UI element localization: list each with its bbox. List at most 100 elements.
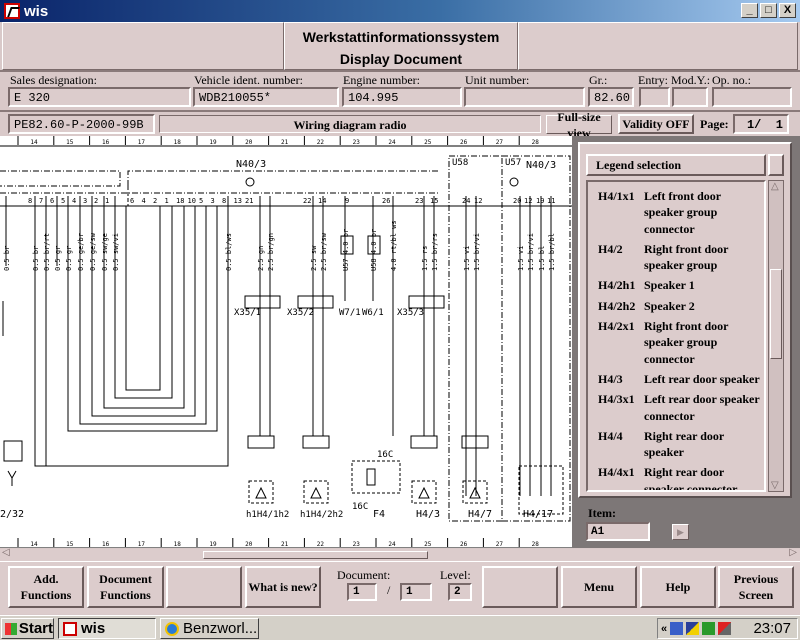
speaker-icon	[303, 480, 329, 504]
op-no-label: Op. no.:	[712, 73, 751, 87]
wire-label: 4.0 rt/bl ws	[390, 220, 398, 271]
legend-item[interactable]: H4/2 Right front door speaker group	[590, 239, 762, 276]
pin-number: 4	[72, 197, 76, 205]
wiring-diagram-canvas[interactable]: 14 15 16 17 18 19 20 21 22 23 24 25 26 27 28 14 15 16 17 1…	[0, 136, 572, 548]
network-warning-icon[interactable]	[686, 622, 700, 635]
pin-number: 8	[28, 197, 32, 205]
whats-new-button[interactable]: What is new?	[245, 566, 321, 608]
header-title-panel: Werkstattinformationssystem Display Docu…	[284, 22, 518, 70]
legend-item-description: Right rear door speaker connector	[644, 465, 738, 492]
legend-item-code: H4/2h1	[598, 278, 636, 293]
pin-number: 12	[524, 197, 532, 205]
ruler-tick-label: 23	[353, 541, 361, 548]
full-size-view-button[interactable]: Full-size view	[546, 110, 612, 140]
scroll-up-icon[interactable]: △	[771, 181, 779, 192]
legend-list[interactable]: H4/1x1 Left front door speaker group conn…	[586, 180, 766, 492]
taskbar-item-browser[interactable]: Benzworl...	[160, 618, 259, 639]
menu-button[interactable]: Menu	[561, 566, 637, 608]
ruler-tick-label: 23	[353, 139, 361, 146]
model-year-field[interactable]	[672, 87, 708, 107]
ruler-tick-label: 17	[138, 139, 146, 146]
legend-item[interactable]: H4/2h1 Speaker 1	[590, 275, 762, 295]
pin-number: 2	[153, 197, 157, 205]
taskbar-item-label: Benzworl...	[183, 620, 258, 637]
engine-number-field[interactable]: 104.995	[342, 87, 462, 107]
pin-number: 12	[474, 197, 482, 205]
legend-item[interactable]: H4/2x1 Right front door speaker group con…	[590, 316, 762, 369]
document-functions-button[interactable]: Document Functions	[87, 566, 164, 608]
wire-label: 0.5 gr	[54, 246, 62, 271]
wire-label: 0.5 br	[3, 246, 11, 271]
document-number-field: 1	[347, 583, 377, 601]
legend-item[interactable]: H4/4x1 Right rear door speaker connector	[590, 462, 762, 492]
legend-item[interactable]: H4/4 Right rear door speaker	[590, 426, 762, 463]
scroll-left-icon[interactable]: ◁	[2, 547, 10, 558]
entry-field[interactable]	[639, 87, 670, 107]
network-icon[interactable]	[670, 622, 684, 635]
n40-left-boundary	[0, 170, 121, 187]
wire-label: 2.5 br/sw	[320, 232, 328, 271]
document-title: Wiring diagram radio	[159, 115, 541, 133]
item-go-button[interactable]: ▶	[672, 524, 689, 540]
legend-item[interactable]: H4/3x1 Left rear door speaker connector	[590, 389, 762, 426]
ruler-tick-label: 16	[102, 541, 110, 548]
item-field[interactable]: A1	[586, 522, 650, 541]
h4-7-label: H4/7	[468, 509, 492, 520]
wire-label: 0.5 ge/sw	[89, 232, 97, 271]
n40-main-boundary	[127, 170, 440, 186]
legend-selection-header[interactable]: Legend selection	[586, 154, 766, 176]
legend-scrollbar[interactable]: △ ▽	[768, 180, 784, 492]
connector-x1	[410, 435, 438, 449]
scroll-down-icon[interactable]: ▽	[771, 480, 779, 491]
legend-item-description: Right front door speaker group connector	[644, 319, 729, 366]
op-no-field[interactable]	[712, 87, 792, 107]
scroll-right-icon[interactable]: ▷	[789, 547, 797, 558]
internet-explorer-icon	[165, 621, 179, 636]
validity-toggle-button[interactable]: Validity OFF	[618, 114, 694, 134]
add-functions-button[interactable]: Add. Functions	[8, 566, 84, 608]
disconnected-icon[interactable]	[718, 622, 732, 635]
help-button[interactable]: Help	[640, 566, 716, 608]
pin-number: 19	[536, 197, 544, 205]
ruler-tick-label: 22	[317, 139, 325, 146]
speaker-cone-icon	[255, 486, 267, 499]
unit-number-field[interactable]	[464, 87, 585, 107]
legend-scroll-thumb[interactable]	[770, 269, 782, 359]
x35-3-label: X35/3	[397, 308, 424, 318]
legend-item-description: Left front door speaker group connector	[644, 189, 721, 236]
previous-screen-button[interactable]: Previous Screen	[718, 566, 794, 608]
minimize-button[interactable]: _	[741, 3, 758, 18]
maximize-button[interactable]: □	[760, 3, 777, 18]
diagram-hscroll-thumb[interactable]	[203, 551, 428, 559]
h4-2h2-label: h1H4/2h2	[300, 510, 343, 520]
u57-label: U57	[505, 158, 521, 168]
close-button[interactable]: X	[779, 3, 796, 18]
wire-label: 1.5 vi	[463, 246, 471, 271]
tray-expand-button[interactable]: «	[661, 623, 667, 635]
legend-header-button[interactable]	[768, 154, 784, 176]
blank-button-2[interactable]	[482, 566, 558, 608]
group-field[interactable]: 82.60	[588, 87, 634, 107]
taskbar-item-wis[interactable]: wis	[58, 618, 156, 639]
pin-number: 13	[234, 197, 242, 205]
pin-number: 5	[61, 197, 65, 205]
ruler-tick-label: 18	[174, 541, 182, 548]
wireless-icon[interactable]	[702, 622, 716, 635]
diagram-hscrollbar[interactable]: ◁	[0, 547, 572, 561]
blank-button-1[interactable]	[166, 566, 242, 608]
pin-number: 10	[188, 197, 196, 205]
u58-label: U58	[452, 158, 468, 168]
start-button[interactable]: Start	[1, 618, 54, 639]
pin-number: 22	[303, 197, 311, 205]
speaker-icon	[411, 480, 437, 504]
legend-item[interactable]: H4/3 Left rear door speaker	[590, 369, 762, 389]
sales-designation-label: Sales designation:	[10, 73, 97, 87]
sales-designation-field[interactable]: E 320	[8, 87, 191, 107]
wiring-diagram: 14 15 16 17 18 19 20 21 22 23 24 25 26 27 28 14 15 16 17 1…	[0, 136, 572, 548]
vin-field[interactable]: WDB210055*	[193, 87, 339, 107]
legend-item[interactable]: H4/2h2 Speaker 2	[590, 296, 762, 316]
window-titlebar: wis _ □ X	[0, 0, 800, 22]
play-arrow-icon: ▶	[677, 526, 684, 537]
legend-item[interactable]: H4/1x1 Left front door speaker group conn…	[590, 186, 762, 239]
a2-32-label: 2/32	[0, 509, 24, 520]
